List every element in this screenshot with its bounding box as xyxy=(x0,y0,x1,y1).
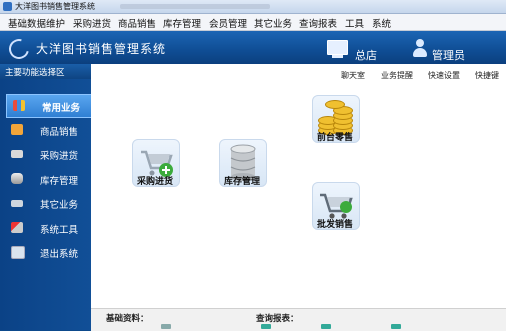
truck-icon xyxy=(11,150,23,158)
app-header: 大洋图书销售管理系统 总店 管理员 xyxy=(0,31,506,64)
monitor-icon xyxy=(327,40,348,58)
menu-reports[interactable]: 查询报表 xyxy=(299,16,337,30)
user-icon xyxy=(413,39,427,59)
tile-wholesale-label: 批发销售 xyxy=(317,220,354,230)
link-reminders[interactable]: 业务提醒 xyxy=(381,70,413,81)
app-icon xyxy=(3,2,12,11)
menu-basic-data[interactable]: 基础数据维护 xyxy=(8,16,65,30)
footer-item-icon xyxy=(391,324,401,329)
sidebar: 主要功能选择区 常用业务 商品销售 采购进货 库存管理 其它业务 系统工具 退出… xyxy=(0,64,91,330)
tools-icon xyxy=(11,222,23,233)
sidebar-item-purchase[interactable]: 采购进货 xyxy=(5,143,91,165)
sidebar-item-inventory[interactable]: 库存管理 xyxy=(5,168,91,190)
footer-item-icon xyxy=(161,324,171,329)
quick-links: 聊天室 业务提醒 快速设置 快捷键 xyxy=(91,68,506,82)
database-icon xyxy=(11,173,23,184)
menu-bar: 基础数据维护 采购进货 商品销售 库存管理 会员管理 其它业务 查询报表 工具 … xyxy=(0,14,506,31)
sidebar-item-exit[interactable]: 退出系统 xyxy=(5,241,91,263)
sidebar-item-other[interactable]: 其它业务 xyxy=(5,192,91,214)
logo-icon xyxy=(5,35,33,63)
sidebar-item-common[interactable]: 常用业务 xyxy=(6,94,91,118)
tile-purchase-label: 采购进货 xyxy=(137,177,174,187)
user-role: 管理员 xyxy=(432,49,465,62)
menu-purchase[interactable]: 采购进货 xyxy=(73,16,111,30)
window-title: 大洋图书销售管理系统 xyxy=(15,2,95,11)
keyboard-icon xyxy=(11,200,23,207)
link-shortcuts[interactable]: 快捷键 xyxy=(475,70,499,81)
title-bar-blurred-text xyxy=(120,4,270,9)
link-quick-settings[interactable]: 快速设置 xyxy=(428,70,460,81)
app-title: 大洋图书销售管理系统 xyxy=(36,42,167,56)
footer-item-icon xyxy=(321,324,331,329)
menu-sales[interactable]: 商品销售 xyxy=(118,16,156,30)
tile-inventory-label: 库存管理 xyxy=(224,177,261,187)
branch-name: 总店 xyxy=(355,49,377,62)
menu-system[interactable]: 系统 xyxy=(372,16,391,30)
exit-icon xyxy=(11,246,25,259)
query-report-label: 查询报表： xyxy=(256,314,299,324)
footer-panel: 基础资料： 查询报表： xyxy=(91,308,506,331)
menu-tools[interactable]: 工具 xyxy=(345,16,364,30)
books-icon xyxy=(13,100,25,111)
sidebar-item-tools[interactable]: 系统工具 xyxy=(5,217,91,239)
title-bar: 大洋图书销售管理系统 xyxy=(0,0,506,14)
sidebar-item-sales[interactable]: 商品销售 xyxy=(5,119,91,141)
menu-inventory[interactable]: 库存管理 xyxy=(163,16,201,30)
shop-icon xyxy=(11,124,23,135)
main-panel: 聊天室 业务提醒 快速设置 快捷键 前台零售 采购进货 库存管理 批发销售 xyxy=(91,64,506,308)
sidebar-heading: 主要功能选择区 xyxy=(0,64,91,79)
tile-retail-label: 前台零售 xyxy=(317,133,354,143)
menu-other[interactable]: 其它业务 xyxy=(254,16,292,30)
link-chat[interactable]: 聊天室 xyxy=(341,70,365,81)
basic-data-label: 基础资料： xyxy=(106,314,149,324)
menu-member[interactable]: 会员管理 xyxy=(209,16,247,30)
footer-item-icon xyxy=(261,324,271,329)
